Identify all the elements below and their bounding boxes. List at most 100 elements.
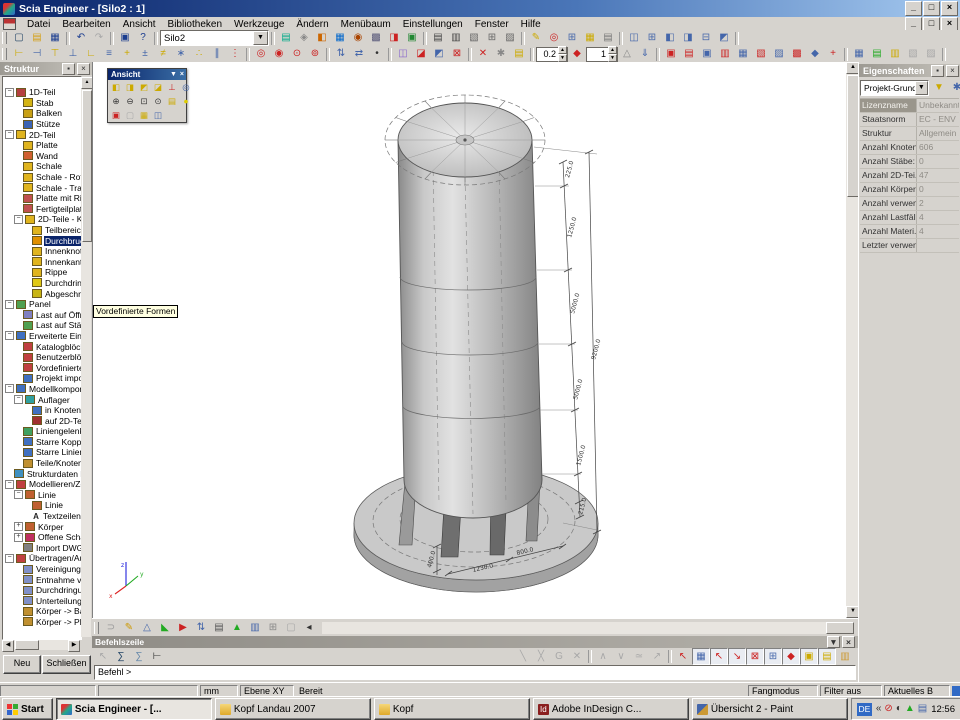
grid-icon[interactable]: ▦ [581, 30, 599, 47]
chevron-down-icon[interactable]: ▼ [253, 31, 268, 45]
tree-item[interactable]: −Modellkomponenten [5, 384, 81, 395]
tool-icon[interactable]: ∥ [208, 46, 226, 63]
close-icon[interactable]: × [946, 65, 959, 77]
tree-item[interactable]: Durchdringung vo [5, 585, 81, 596]
collapse-icon[interactable]: − [5, 384, 14, 393]
tree-item[interactable]: Fertigteilplatte [5, 204, 81, 215]
snap-cursor-icon[interactable]: ↖ [674, 648, 692, 665]
tree-item[interactable]: −2D-Teile - Kompo [5, 214, 81, 225]
copy-icon[interactable]: ⊞ [483, 30, 501, 47]
snap-end-icon[interactable]: ↘ [728, 648, 746, 665]
taskbar-task[interactable]: Kopf Landau 2007 [215, 698, 371, 720]
tree-item[interactable]: Linie [5, 500, 81, 511]
new-icon[interactable]: ▢ [10, 30, 28, 47]
property-row[interactable]: Anzahl Stäbe:0 [860, 155, 959, 169]
zoom-support-icon[interactable]: ⊚ [306, 46, 324, 63]
tree-item[interactable]: Last auf Stäbe [5, 320, 81, 331]
layout-3-icon[interactable]: ◧ [661, 30, 679, 47]
sort-icon[interactable]: ⇅ [192, 620, 210, 637]
display-icon[interactable]: ▤ [918, 704, 927, 714]
book-icon[interactable]: ▥ [246, 620, 264, 637]
collapse-icon[interactable]: − [14, 215, 23, 224]
language-indicator[interactable]: DE [857, 703, 872, 716]
view-top-icon[interactable]: ◧ [109, 80, 123, 94]
layers-icon[interactable]: ◧ [313, 30, 331, 47]
snap-arc-icon[interactable]: ▣ [800, 648, 818, 665]
tree-item[interactable]: Platte [5, 140, 81, 151]
viewport-horizontal-scrollbar[interactable] [322, 622, 854, 634]
options-icon[interactable]: ✱ [492, 46, 510, 63]
tree-item[interactable]: Stab [5, 98, 81, 109]
tree-item[interactable]: Schale - Translat [5, 182, 81, 193]
view-folder-icon[interactable]: ▤ [165, 94, 179, 108]
print-icon[interactable]: ▤ [429, 30, 447, 47]
opacity-spinner[interactable]: 0.2 ▲▼ [536, 47, 568, 62]
save-icon[interactable]: ▦ [46, 30, 64, 47]
tree-horizontal-scrollbar[interactable]: ◀ ▶ [2, 640, 80, 650]
tree-item[interactable]: Durchbruch [5, 235, 81, 246]
clip-icon[interactable]: ◪ [412, 46, 430, 63]
result-icon[interactable]: ▣ [662, 46, 680, 63]
save-view-icon[interactable]: ▦ [850, 46, 868, 63]
tool-icon[interactable]: + [118, 46, 136, 63]
zoom-out-icon[interactable]: ⊖ [123, 94, 137, 108]
start-button[interactable]: Start [2, 698, 53, 720]
move-icon[interactable]: + [824, 46, 842, 63]
tree-item[interactable]: Vereinigung von [5, 564, 81, 575]
table-icon[interactable]: ⊞ [563, 30, 581, 47]
tree-item[interactable]: Teilbereich [5, 225, 81, 236]
sum-small-icon[interactable]: ∑ [130, 648, 148, 665]
ansicht-toolbar-header[interactable]: Ansicht ▼× [108, 69, 186, 80]
catalog-icon[interactable]: ▩ [367, 30, 385, 47]
zoom-selection-icon[interactable]: ◎ [179, 80, 193, 94]
terrain-icon[interactable]: ▲ [228, 620, 246, 637]
light-icon[interactable]: ● [179, 94, 193, 108]
chevron-down-icon[interactable]: ▼ [915, 81, 928, 95]
load-cases-icon[interactable]: ▦ [331, 30, 349, 47]
zoom-in-icon[interactable]: ⊕ [109, 94, 123, 108]
zoom-all-icon[interactable]: ⊙ [151, 94, 165, 108]
expand-icon[interactable]: + [14, 533, 23, 542]
property-row[interactable]: Anzahl Materi..4 [860, 225, 959, 239]
doc-yellow-icon[interactable]: ▥ [886, 46, 904, 63]
doc-green-icon[interactable]: ▤ [868, 46, 886, 63]
tree-item[interactable]: Unterteilung von [5, 596, 81, 607]
close-panel-button[interactable]: Schließen [42, 655, 91, 674]
agent-icon[interactable]: ◐ [896, 704, 902, 714]
tree-item[interactable]: Teile/Knoten kop [5, 458, 81, 469]
sum-icon[interactable]: ∑ [112, 648, 130, 665]
tree-item[interactable]: Körper -> Balken [5, 606, 81, 617]
area-icon[interactable]: ◣ [156, 620, 174, 637]
layout-5-icon[interactable]: ⊟ [697, 30, 715, 47]
tree-item[interactable]: Last auf Öffnungs [5, 309, 81, 320]
tree-item[interactable]: −Übertragen/Aufteilen [5, 553, 81, 564]
tree-item[interactable]: in Knoten [5, 405, 81, 416]
help-icon[interactable]: ? [134, 30, 152, 47]
tree-item[interactable]: Liniengelenk auf [5, 426, 81, 437]
snap-intersect-icon[interactable]: ⊞ [764, 648, 782, 665]
taskbar-task[interactable]: Scia Engineer - [... [56, 698, 212, 720]
scale-icon[interactable]: △ [618, 46, 636, 63]
tree-item[interactable]: −Erweiterte Eingabe [5, 331, 81, 342]
pin-icon[interactable]: ▪ [931, 65, 944, 77]
collapse-icon[interactable]: − [5, 331, 14, 340]
tree-item[interactable]: Entnahme von Kö [5, 574, 81, 585]
tool-icon[interactable]: ⊤ [46, 46, 64, 63]
tree-item[interactable]: −Linie [5, 490, 81, 501]
tree-item[interactable]: +Offene Schale [5, 532, 81, 543]
move-up-icon[interactable]: ⇅ [332, 46, 350, 63]
restore-button[interactable]: □ [923, 1, 940, 16]
result-icon[interactable]: ▤ [680, 46, 698, 63]
toolbar-grip[interactable] [2, 32, 7, 44]
snap-tangent-icon[interactable]: ▤ [818, 648, 836, 665]
spin-down-icon[interactable]: ▼ [558, 54, 567, 62]
snap-mid-icon[interactable]: ⊠ [746, 648, 764, 665]
result-icon[interactable]: ◆ [806, 46, 824, 63]
collapse-icon[interactable]: − [5, 88, 14, 97]
combinations-icon[interactable]: ◉ [349, 30, 367, 47]
tree-item[interactable]: ATextzeilen [5, 511, 81, 522]
property-row[interactable]: StaatsnormEC - ENV [860, 113, 959, 127]
view-axis-icon[interactable]: ⊥ [165, 80, 179, 94]
collapse-tray-icon[interactable]: « [876, 704, 882, 714]
tree-item[interactable]: Abgeschnitten [5, 288, 81, 299]
